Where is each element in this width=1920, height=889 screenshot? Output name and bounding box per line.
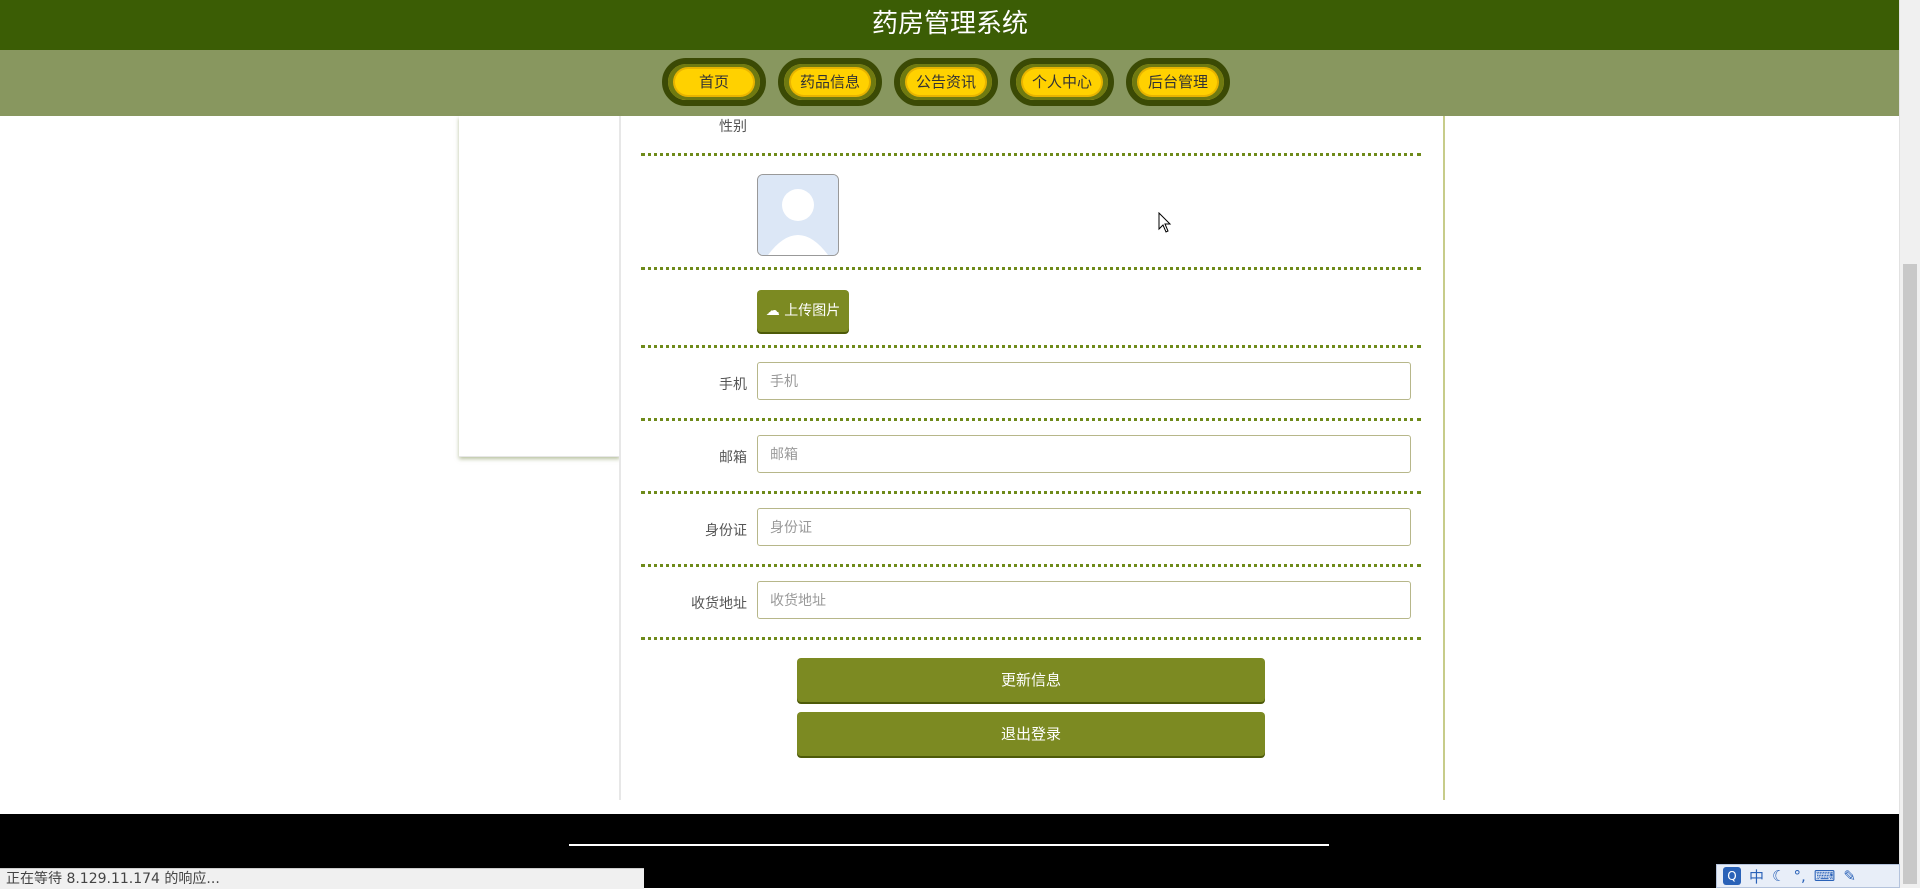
- email-label: 邮箱: [719, 450, 747, 466]
- nav-item-admin[interactable]: 后台管理: [1126, 58, 1230, 106]
- address-input[interactable]: 收货地址: [757, 581, 1411, 619]
- idcard-input[interactable]: 身份证: [757, 508, 1411, 546]
- address-label: 收货地址: [691, 596, 747, 612]
- nav-item-label: 个人中心: [1023, 69, 1101, 95]
- nav-item-label: 后台管理: [1139, 69, 1217, 95]
- mouse-cursor-icon: [1158, 212, 1172, 233]
- footer-divider: [569, 844, 1329, 846]
- nav-item-label: 药品信息: [791, 69, 869, 95]
- idcard-row: 身份证 身份证: [641, 494, 1421, 567]
- nav-item-label: 公告资讯: [907, 69, 985, 95]
- nav-item-news[interactable]: 公告资讯: [894, 58, 998, 106]
- ime-tools-icon[interactable]: ✎: [1843, 867, 1856, 885]
- browser-status-bar: 正在等待 8.129.11.174 的响应...: [0, 868, 644, 889]
- upload-image-button[interactable]: ☁ 上传图片: [757, 290, 849, 332]
- ime-mode-label[interactable]: 中: [1749, 866, 1764, 887]
- status-text: 正在等待 8.129.11.174 的响应...: [6, 871, 220, 887]
- update-info-button[interactable]: 更新信息: [797, 658, 1265, 702]
- sidebar-panel: [459, 116, 620, 457]
- gender-label: 性别: [719, 119, 747, 135]
- nav-item-home[interactable]: 首页: [662, 58, 766, 106]
- logout-button[interactable]: 退出登录: [797, 712, 1265, 756]
- gender-row: 性别: [641, 116, 1421, 156]
- punctuation-icon[interactable]: °,: [1793, 867, 1805, 885]
- nav-menu: 首页 药品信息 公告资讯 个人中心 后台管理: [662, 58, 1230, 106]
- ime-logo-icon: Q: [1723, 867, 1741, 885]
- scrollbar-thumb[interactable]: [1903, 264, 1917, 884]
- email-input[interactable]: 邮箱: [757, 435, 1411, 473]
- phone-label: 手机: [719, 377, 747, 393]
- nav-item-profile[interactable]: 个人中心: [1010, 58, 1114, 106]
- address-row: 收货地址 收货地址: [641, 567, 1421, 640]
- moon-icon[interactable]: ☾: [1772, 867, 1785, 885]
- avatar-image: [757, 174, 839, 256]
- cloud-upload-icon: ☁: [765, 303, 780, 319]
- nav-item-drugs[interactable]: 药品信息: [778, 58, 882, 106]
- site-title: 药房管理系统: [871, 9, 1028, 39]
- email-row: 邮箱 邮箱: [641, 421, 1421, 494]
- nav-item-label: 首页: [675, 69, 753, 95]
- profile-form-panel: 性别 ☁ 上传图片 手机 手机 邮箱 邮箱 身份证 身份证 收货地址 收货地址 …: [619, 116, 1445, 800]
- site-header: 药房管理系统: [0, 0, 1900, 50]
- phone-input[interactable]: 手机: [757, 362, 1411, 400]
- phone-row: 手机 手机: [641, 348, 1421, 421]
- keyboard-icon[interactable]: ⌨: [1814, 867, 1836, 885]
- idcard-label: 身份证: [705, 523, 747, 539]
- vertical-scrollbar[interactable]: [1899, 0, 1920, 888]
- ime-toolbar[interactable]: Q 中 ☾ °, ⌨ ✎: [1716, 864, 1900, 888]
- upload-button-label: 上传图片: [784, 303, 841, 319]
